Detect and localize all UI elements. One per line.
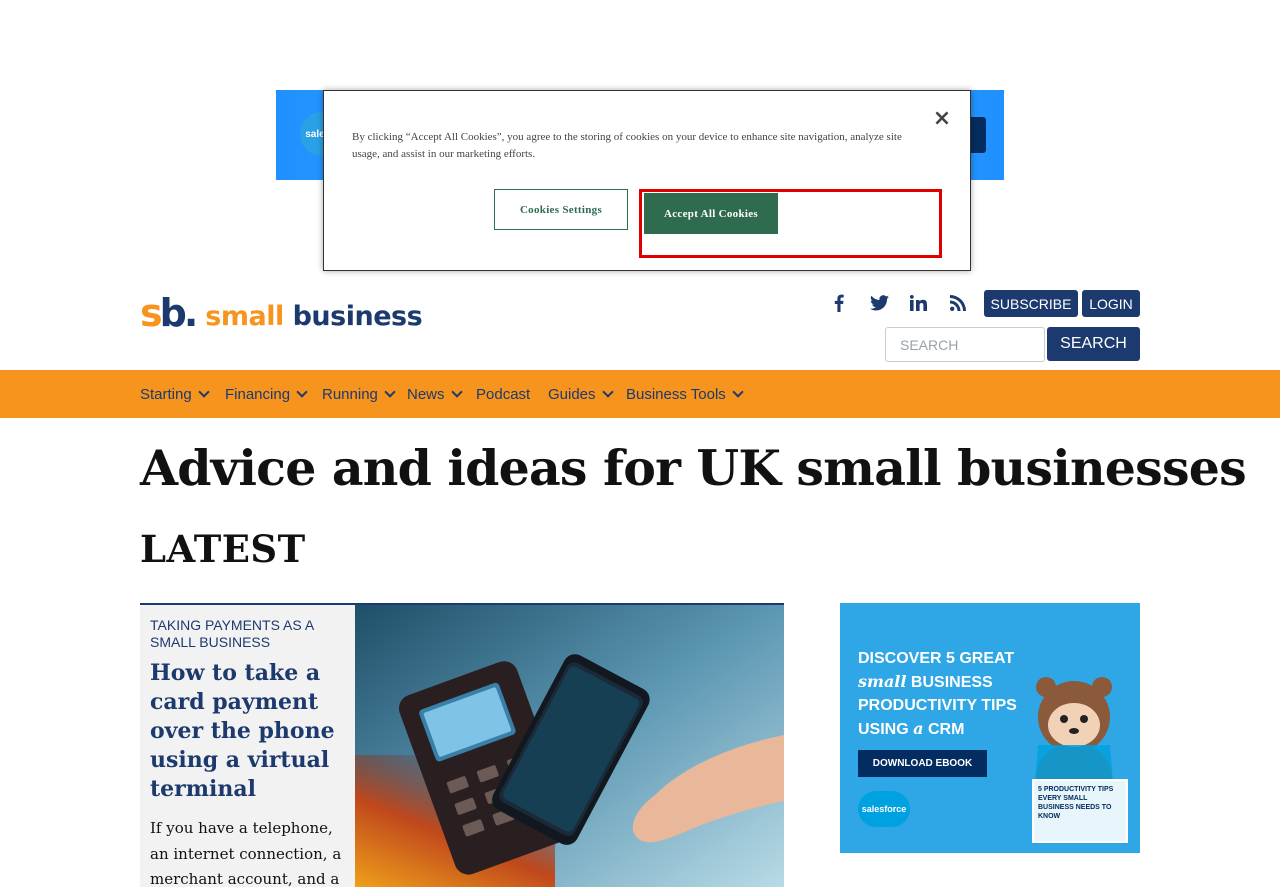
- nav-item-label: Starting: [140, 385, 192, 403]
- nav-item-label: News: [407, 385, 445, 403]
- nav-item-label: Financing: [225, 385, 291, 403]
- nav-item-financing[interactable]: Financing: [225, 370, 308, 418]
- article-card[interactable]: TAKING PAYMENTS AS A SMALL BUSINESS How …: [140, 603, 784, 887]
- ebook-cover: 5 PRODUCTIVITY TIPS EVERY SMALL BUSINESS…: [1032, 779, 1128, 843]
- search-button[interactable]: SEARCH: [1047, 327, 1140, 361]
- nav-item-guides[interactable]: Guides: [548, 370, 614, 418]
- ad-line-4: USING a CRM: [858, 717, 1017, 741]
- nav-item-business-tools[interactable]: Business Tools: [626, 370, 744, 418]
- subscribe-button[interactable]: SUBSCRIBE: [984, 290, 1078, 317]
- nav-item-label: Podcast: [476, 385, 531, 403]
- accept-all-cookies-button[interactable]: Accept All Cookies: [644, 193, 778, 234]
- article-category[interactable]: TAKING PAYMENTS AS A SMALL BUSINESS: [150, 617, 345, 651]
- chevron-down-icon: [601, 385, 614, 398]
- cookie-consent-text: By clicking “Accept All Cookies”, you ag…: [352, 131, 902, 160]
- article-excerpt: If you have a telephone, an internet con…: [150, 819, 342, 887]
- article-image[interactable]: [355, 605, 784, 887]
- logo-mark-s: s: [140, 291, 163, 335]
- twitter-icon[interactable]: [868, 292, 890, 314]
- facebook-icon[interactable]: [829, 292, 849, 314]
- ad-headline: DISCOVER 5 GREAT small BUSINESS PRODUCTI…: [858, 647, 1017, 741]
- ad-line-3: PRODUCTIVITY TIPS: [858, 697, 1017, 714]
- logo-text-business: business: [292, 301, 423, 332]
- cookies-settings-button[interactable]: Cookies Settings: [494, 189, 628, 230]
- site-logo[interactable]: sb. small business: [140, 290, 423, 335]
- login-button[interactable]: LOGIN: [1082, 290, 1140, 317]
- nav-item-label: Business Tools: [626, 385, 726, 403]
- article-card-text: TAKING PAYMENTS AS A SMALL BUSINESS How …: [140, 605, 355, 887]
- logo-mark-b: b.: [159, 291, 199, 335]
- close-icon[interactable]: ×: [932, 108, 952, 130]
- chevron-down-icon: [732, 385, 744, 398]
- main-nav: Starting Financing Running News Podcast …: [0, 370, 1280, 418]
- logo-text-small: small: [205, 301, 284, 332]
- chevron-down-icon: [296, 385, 308, 398]
- ad-line-1: DISCOVER 5 GREAT: [858, 650, 1015, 667]
- nav-item-podcast[interactable]: Podcast: [476, 370, 530, 418]
- section-heading-latest: LATEST: [140, 527, 306, 571]
- nav-item-label: Running: [322, 385, 378, 403]
- nav-item-running[interactable]: Running: [322, 370, 396, 418]
- rss-icon[interactable]: [948, 292, 968, 314]
- chevron-down-icon: [384, 385, 396, 398]
- nav-item-starting[interactable]: Starting: [140, 370, 210, 418]
- ad-line-2: small BUSINESS: [858, 670, 1017, 694]
- article-title[interactable]: How to take a card payment over the phon…: [150, 659, 345, 804]
- cookie-consent-modal: × By clicking “Accept All Cookies”, you …: [323, 90, 971, 271]
- chevron-down-icon: [450, 385, 463, 398]
- ad-line-2-text: BUSINESS: [910, 674, 993, 691]
- salesforce-logo: salesforce: [858, 791, 910, 827]
- phone-payment-illustration: [355, 605, 784, 887]
- ad-line-4-text: CRM: [927, 721, 965, 738]
- sidebar-ad[interactable]: DISCOVER 5 GREAT small BUSINESS PRODUCTI…: [840, 603, 1140, 853]
- linkedin-icon[interactable]: [908, 292, 928, 314]
- ad-line-4-em: a: [913, 719, 924, 738]
- download-ebook-button[interactable]: DOWNLOAD EBOOK: [858, 750, 987, 777]
- chevron-down-icon: [198, 385, 210, 398]
- nav-item-news[interactable]: News: [407, 370, 463, 418]
- page-title: Advice and ideas for UK small businesses: [140, 439, 1247, 497]
- ad-line-4-pre: USING: [858, 721, 909, 738]
- nav-item-label: Guides: [548, 385, 596, 403]
- search-input[interactable]: [885, 327, 1045, 362]
- ad-line-2-em: small: [858, 672, 907, 691]
- logo-text: small business: [205, 302, 422, 332]
- logo-mark: sb.: [140, 291, 199, 335]
